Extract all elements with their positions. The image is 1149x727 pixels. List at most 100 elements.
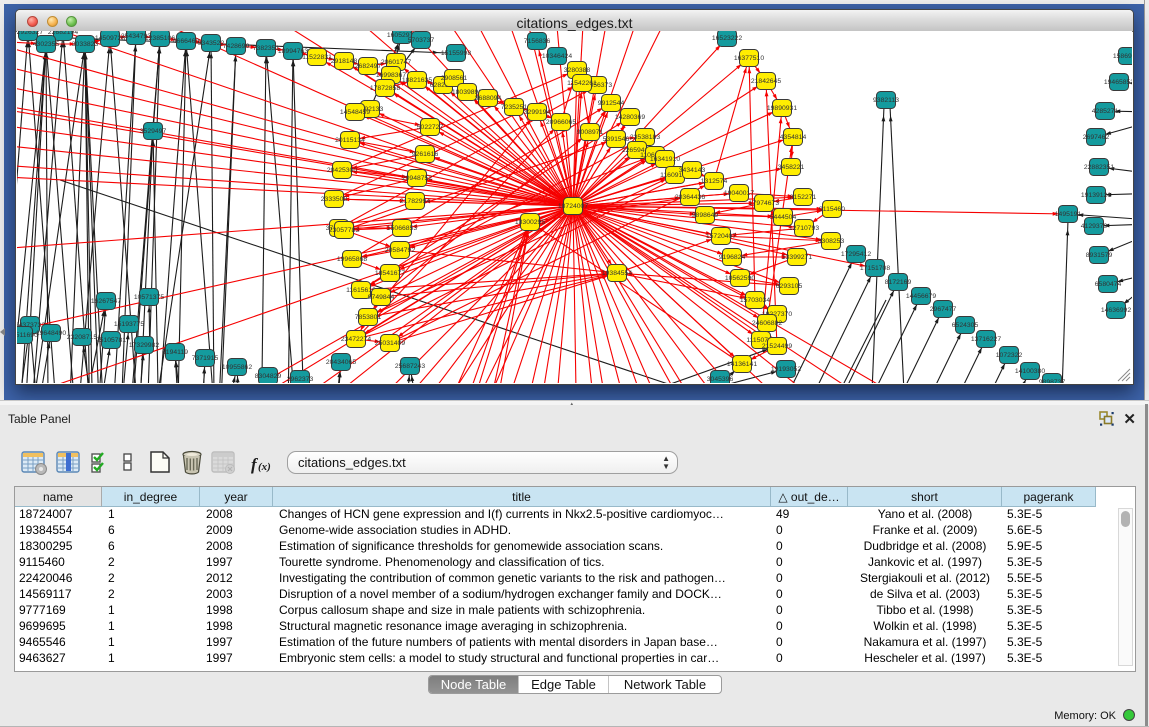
svg-text:13716227: 13716227	[971, 336, 1001, 343]
svg-text:15066853: 15066853	[387, 225, 417, 232]
svg-text:17974673: 17974673	[749, 200, 779, 207]
svg-text:5391546: 5391546	[603, 136, 630, 143]
svg-text:4354814: 4354814	[780, 134, 807, 141]
svg-text:10955862: 10955862	[222, 364, 252, 371]
svg-text:12385106: 12385106	[145, 35, 175, 42]
svg-text:25031409: 25031409	[375, 340, 405, 347]
svg-text:23057783: 23057783	[329, 227, 359, 234]
svg-text:19139121: 19139121	[1081, 192, 1111, 199]
svg-text:18541677: 18541677	[375, 270, 405, 277]
svg-text:15703034: 15703034	[740, 297, 770, 304]
svg-text:5444504: 5444504	[770, 214, 797, 221]
svg-text:2697462: 2697462	[1083, 134, 1110, 141]
svg-text:20364436: 20364436	[675, 194, 705, 201]
svg-text:16377510: 16377510	[734, 55, 764, 62]
svg-text:17151708: 17151708	[860, 265, 890, 272]
svg-text:4285271: 4285271	[1092, 108, 1119, 115]
svg-text:3033823: 3033823	[72, 41, 99, 48]
svg-text:1312574: 1312574	[701, 178, 728, 185]
svg-text:3688094: 3688094	[475, 95, 502, 102]
svg-text:7382351: 7382351	[253, 45, 280, 52]
svg-text:16523222: 16523222	[712, 35, 742, 42]
svg-text:9343522: 9343522	[198, 40, 225, 47]
svg-text:12710793: 12710793	[789, 225, 819, 232]
svg-text:19648490: 19648490	[36, 330, 66, 337]
svg-text:9008971: 9008971	[577, 129, 604, 136]
svg-text:5022727: 5022727	[417, 124, 444, 131]
svg-text:3308253: 3308253	[818, 238, 845, 245]
svg-text:3529497: 3529497	[140, 128, 167, 135]
svg-text:19193052: 19193052	[771, 366, 801, 373]
svg-text:23538183: 23538183	[630, 134, 660, 141]
svg-text:19384554: 19384554	[602, 270, 632, 277]
svg-text:8152271: 8152271	[790, 194, 817, 201]
svg-text:14456679: 14456679	[906, 293, 936, 300]
svg-text:20434065: 20434065	[326, 359, 356, 366]
svg-text:7428696: 7428696	[223, 43, 250, 50]
svg-text:7853801: 7853801	[355, 314, 382, 321]
svg-text:20425300: 20425300	[327, 167, 357, 174]
svg-text:3045396: 3045396	[707, 376, 734, 383]
svg-text:11542261: 11542261	[567, 80, 597, 87]
svg-text:10346424: 10346424	[542, 53, 572, 60]
svg-text:19465853: 19465853	[1104, 79, 1132, 86]
svg-text:20948752: 20948752	[402, 175, 432, 182]
svg-text:5703737: 5703737	[408, 37, 435, 44]
svg-text:17329982: 17329982	[129, 342, 159, 349]
svg-text:9898737: 9898737	[1039, 379, 1066, 383]
svg-text:14280369: 14280369	[615, 114, 645, 121]
svg-text:18724007: 18724007	[558, 203, 588, 210]
svg-text:20584792: 20584792	[385, 247, 415, 254]
svg-text:17872858: 17872858	[370, 85, 400, 92]
svg-text:23208715: 23208715	[67, 334, 97, 341]
svg-text:14636992: 14636992	[1101, 307, 1131, 314]
svg-text:3280388: 3280388	[564, 67, 591, 74]
svg-text:4129379: 4129379	[1081, 223, 1108, 230]
svg-text:2967477: 2967477	[930, 306, 957, 313]
svg-text:2333508: 2333508	[321, 196, 348, 203]
svg-text:18821635: 18821635	[402, 77, 432, 84]
svg-text:19040017: 19040017	[724, 190, 754, 197]
svg-text:6524305: 6524305	[952, 322, 979, 329]
svg-text:7371915: 7371915	[192, 355, 219, 362]
svg-text:15869000: 15869000	[1113, 53, 1132, 60]
svg-text:14136141: 14136141	[727, 361, 757, 368]
svg-text:(x): (x)	[258, 461, 271, 473]
svg-text:21524499: 21524499	[762, 343, 792, 350]
svg-text:3458221: 3458221	[778, 164, 805, 171]
svg-text:20601747: 20601747	[381, 59, 411, 66]
svg-text:15155998: 15155998	[441, 50, 471, 57]
svg-text:2962373: 2962373	[287, 376, 314, 383]
svg-text:24606882: 24606882	[752, 320, 782, 327]
svg-text:16341910: 16341910	[650, 156, 680, 163]
svg-text:23472274: 23472274	[341, 336, 371, 343]
svg-text:3434143: 3434143	[679, 167, 706, 174]
svg-text:19890931: 19890931	[767, 105, 797, 112]
svg-text:1072322: 1072322	[996, 352, 1023, 359]
svg-text:7156836: 7156836	[524, 38, 551, 45]
svg-text:4302355: 4302355	[33, 41, 60, 48]
svg-text:8172169: 8172169	[885, 279, 912, 286]
svg-text:6580474: 6580474	[1095, 281, 1122, 288]
svg-text:17295412: 17295412	[841, 251, 871, 258]
svg-text:2908561: 2908561	[441, 75, 468, 82]
svg-text:1495191: 1495191	[1055, 211, 1082, 218]
svg-text:20115134: 20115134	[335, 137, 365, 144]
svg-text:15193775: 15193775	[114, 321, 144, 328]
svg-text:3299194: 3299194	[524, 109, 551, 116]
svg-text:10562590: 10562590	[725, 275, 755, 282]
svg-text:19965868: 19965868	[337, 256, 367, 263]
svg-text:4666460: 4666460	[173, 38, 200, 45]
svg-text:14548459: 14548459	[340, 109, 370, 116]
svg-text:9261616: 9261616	[412, 151, 439, 158]
svg-text:11522831: 11522831	[302, 54, 332, 61]
svg-text:22882351: 22882351	[1084, 164, 1114, 171]
svg-text:14100380: 14100380	[1015, 368, 1045, 375]
svg-text:6293105: 6293105	[776, 283, 803, 290]
svg-text:2682497: 2682497	[355, 63, 382, 70]
svg-text:21782994: 21782994	[400, 198, 430, 205]
svg-text:20966065: 20966065	[546, 119, 576, 126]
svg-text:2918148: 2918148	[331, 58, 358, 65]
svg-text:9749844: 9749844	[368, 294, 395, 301]
svg-text:6194119: 6194119	[162, 349, 188, 356]
